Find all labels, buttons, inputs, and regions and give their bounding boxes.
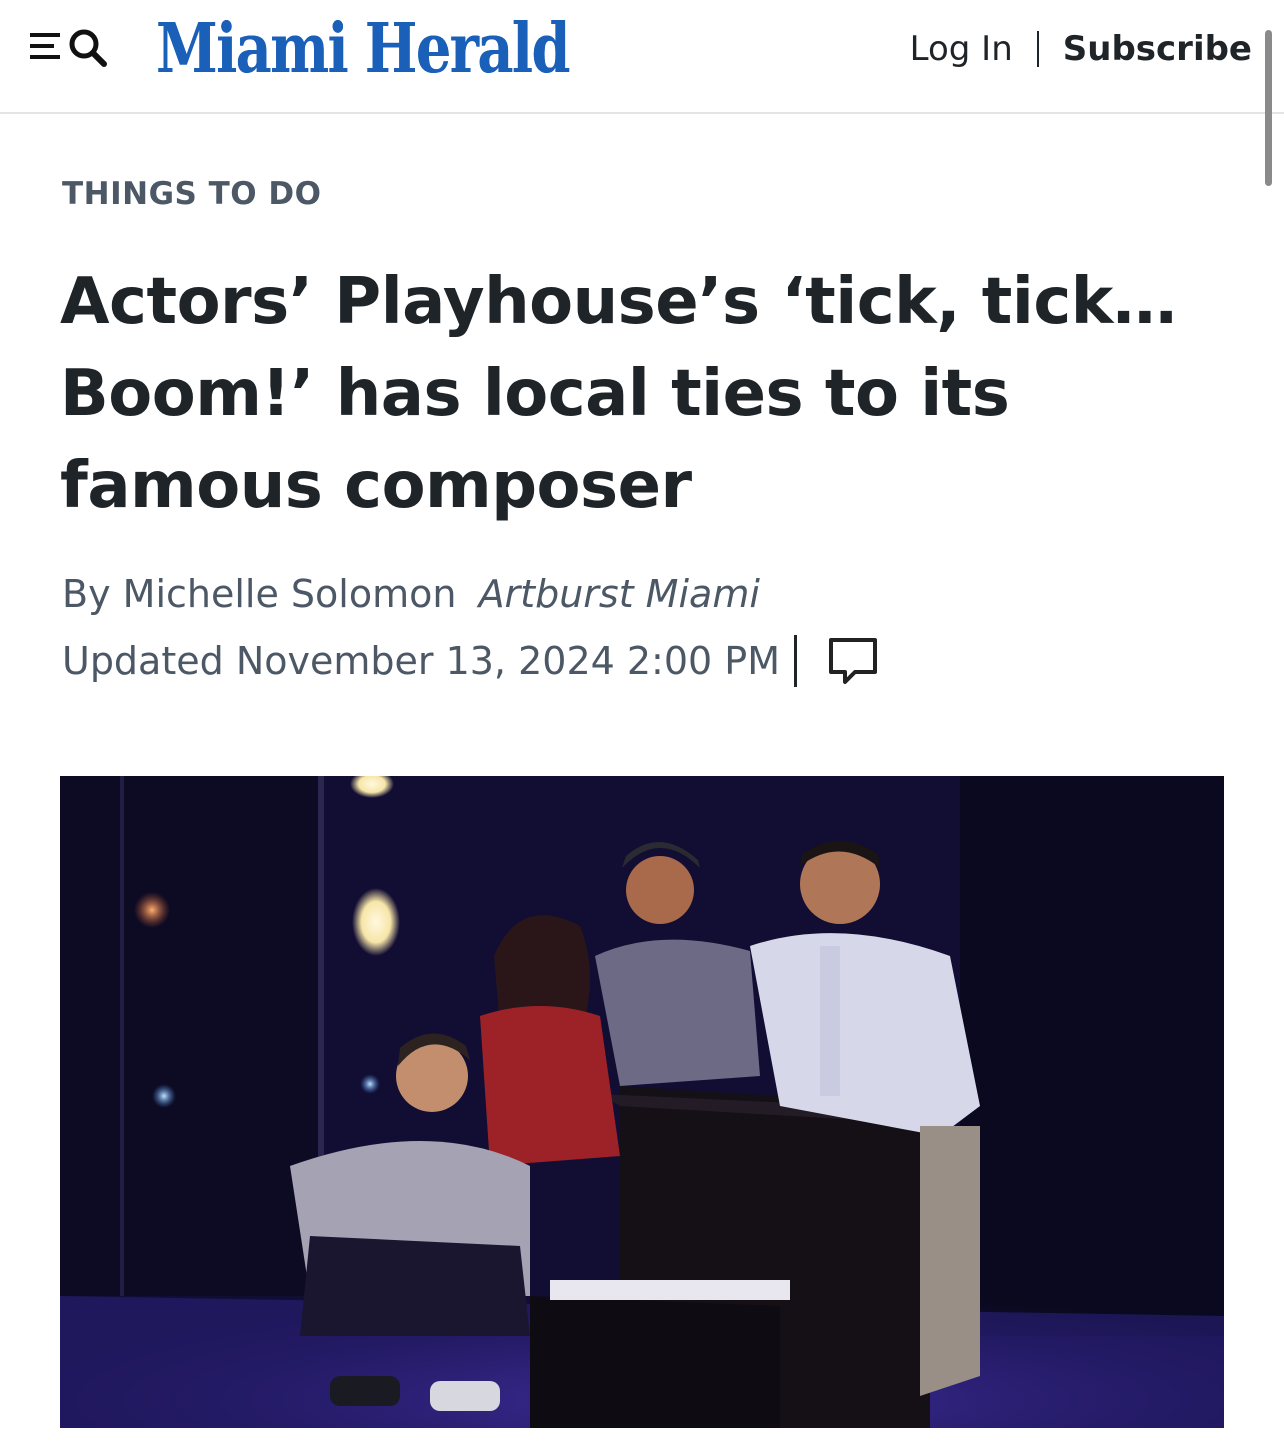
- byline: By Michelle Solomon Artburst Miami: [62, 572, 760, 616]
- menu-icon: [30, 33, 60, 59]
- comment-icon[interactable]: [825, 634, 881, 688]
- page-scrollbar[interactable]: [1265, 30, 1272, 186]
- subscribe-link[interactable]: Subscribe: [1063, 29, 1252, 69]
- login-link[interactable]: Log In: [910, 29, 1013, 69]
- menu-search-button[interactable]: [28, 24, 118, 70]
- site-header: Miami Herald Log In Subscribe: [0, 0, 1284, 114]
- author-name[interactable]: Michelle Solomon: [123, 572, 457, 616]
- site-logo[interactable]: Miami Herald: [156, 2, 570, 96]
- lead-photo-illustration: [60, 776, 1224, 1428]
- article-headline: Actors’ Playhouse’s ‘tick, tick… Boom!’ …: [60, 265, 1177, 523]
- byline-prefix: By: [62, 572, 111, 616]
- auth-divider: [1036, 31, 1039, 67]
- updated-timestamp: Updated November 13, 2024 2:00 PM: [62, 639, 780, 683]
- dateline: Updated November 13, 2024 2:00 PM: [62, 634, 881, 688]
- dateline-divider: [794, 635, 797, 687]
- search-icon: [69, 29, 107, 67]
- lead-photo[interactable]: [60, 776, 1224, 1428]
- byline-source: Artburst Miami: [478, 572, 760, 616]
- auth-links: Log In Subscribe: [910, 22, 1252, 76]
- section-label[interactable]: THINGS TO DO: [62, 176, 322, 212]
